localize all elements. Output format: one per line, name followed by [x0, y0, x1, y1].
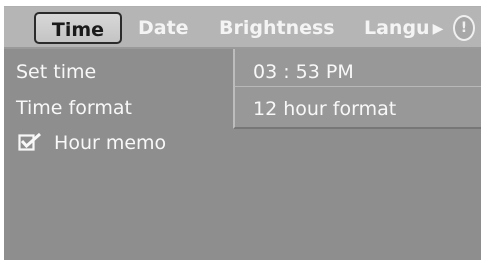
menu-item-hour-memo[interactable]: Hour memo — [18, 128, 166, 158]
tab-language[interactable]: Langu — [364, 13, 428, 43]
info-icon[interactable]: ! — [453, 15, 475, 41]
menu-item-label: Time format — [16, 97, 132, 119]
time-value[interactable]: 03 : 53 PM — [253, 57, 354, 87]
tab-time[interactable]: Time — [34, 12, 122, 44]
menu-item-label: Set time — [16, 61, 97, 83]
time-format-value[interactable]: 12 hour format — [253, 94, 396, 124]
menu-item-label: Hour memo — [54, 132, 167, 154]
tab-brightness[interactable]: Brightness — [219, 13, 335, 43]
tab-date[interactable]: Date — [138, 13, 189, 43]
divider — [235, 86, 481, 87]
settings-screen: Time Date Brightness Langu ▶ ! Set time … — [4, 6, 481, 260]
scroll-right-icon[interactable]: ▶ — [427, 17, 449, 41]
menu-item-set-time[interactable]: Set time — [16, 57, 96, 87]
tab-bar: Time Date Brightness Langu ▶ ! — [4, 7, 481, 49]
menu-item-time-format[interactable]: Time format — [16, 93, 132, 123]
value-panel: 03 : 53 PM 12 hour format — [233, 49, 481, 129]
checkbox-checked-icon[interactable] — [18, 132, 42, 152]
